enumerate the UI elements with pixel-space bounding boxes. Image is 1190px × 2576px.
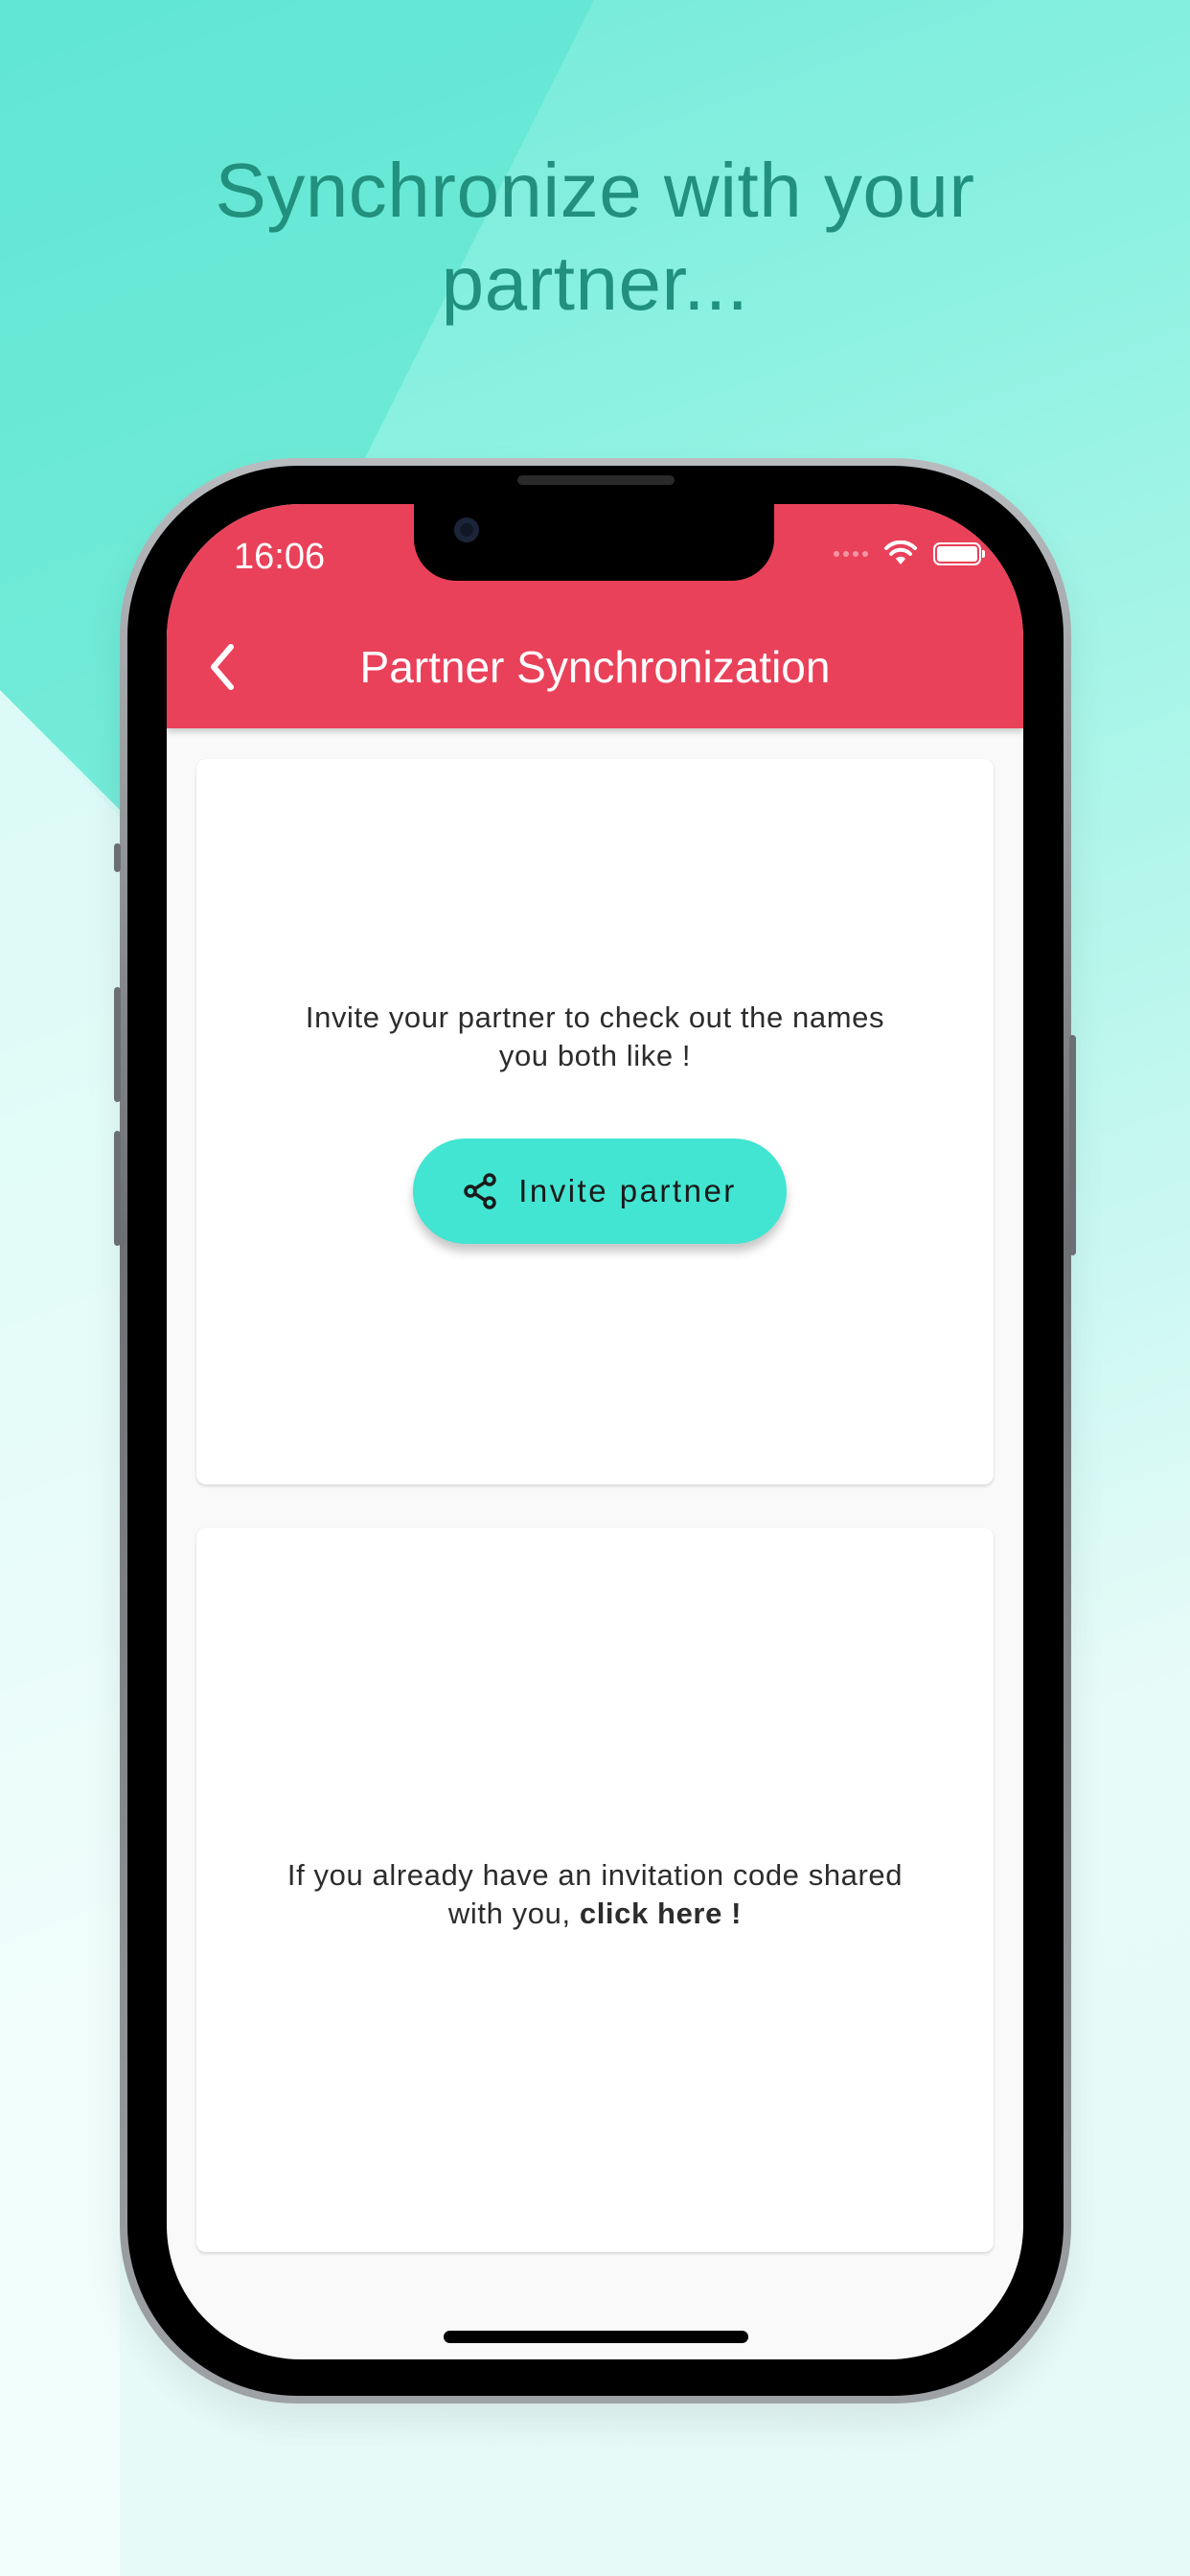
- phone-notch: [414, 504, 774, 581]
- invitation-code-card: If you already have an invitation code s…: [196, 1528, 994, 2252]
- front-camera: [454, 518, 479, 542]
- invite-card: Invite your partner to check out the nam…: [196, 759, 994, 1484]
- click-here-link[interactable]: click here !: [580, 1897, 742, 1930]
- invite-message-line-1: Invite your partner to check out the nam…: [305, 1000, 885, 1034]
- invitation-code-message: If you already have an invitation code s…: [196, 1856, 994, 1933]
- invite-message: Invite your partner to check out the nam…: [196, 999, 994, 1075]
- phone-volume-up-button: [114, 987, 121, 1102]
- invitation-code-line-2-prefix: with you,: [447, 1897, 580, 1930]
- status-icons: [834, 540, 985, 567]
- share-icon: [464, 1173, 496, 1209]
- headline: Synchronize with your partner...: [0, 144, 1190, 330]
- phone-power-button: [1069, 1035, 1076, 1255]
- invite-message-line-2: you both like !: [498, 1039, 692, 1072]
- phone-side-button: [114, 843, 121, 872]
- invite-partner-button[interactable]: Invite partner: [413, 1138, 787, 1244]
- wifi-icon: [884, 540, 917, 564]
- headline-line-2: partner...: [441, 241, 749, 326]
- invitation-code-line-2: with you, click here !: [196, 1895, 994, 1933]
- home-indicator[interactable]: [444, 2331, 748, 2343]
- status-time: 16:06: [234, 537, 326, 577]
- signal-icon: [834, 551, 868, 557]
- battery-icon: [933, 542, 985, 565]
- phone-screen: 16:06 Partner Synchronization Invite you…: [167, 504, 1023, 2359]
- phone-speaker: [517, 475, 675, 485]
- phone-volume-down-button: [114, 1131, 121, 1246]
- headline-line-1: Synchronize with your: [215, 148, 975, 233]
- page-title: Partner Synchronization: [359, 642, 831, 692]
- invitation-code-line-1: If you already have an invitation code s…: [286, 1858, 904, 1892]
- invite-partner-label: Invite partner: [518, 1173, 737, 1208]
